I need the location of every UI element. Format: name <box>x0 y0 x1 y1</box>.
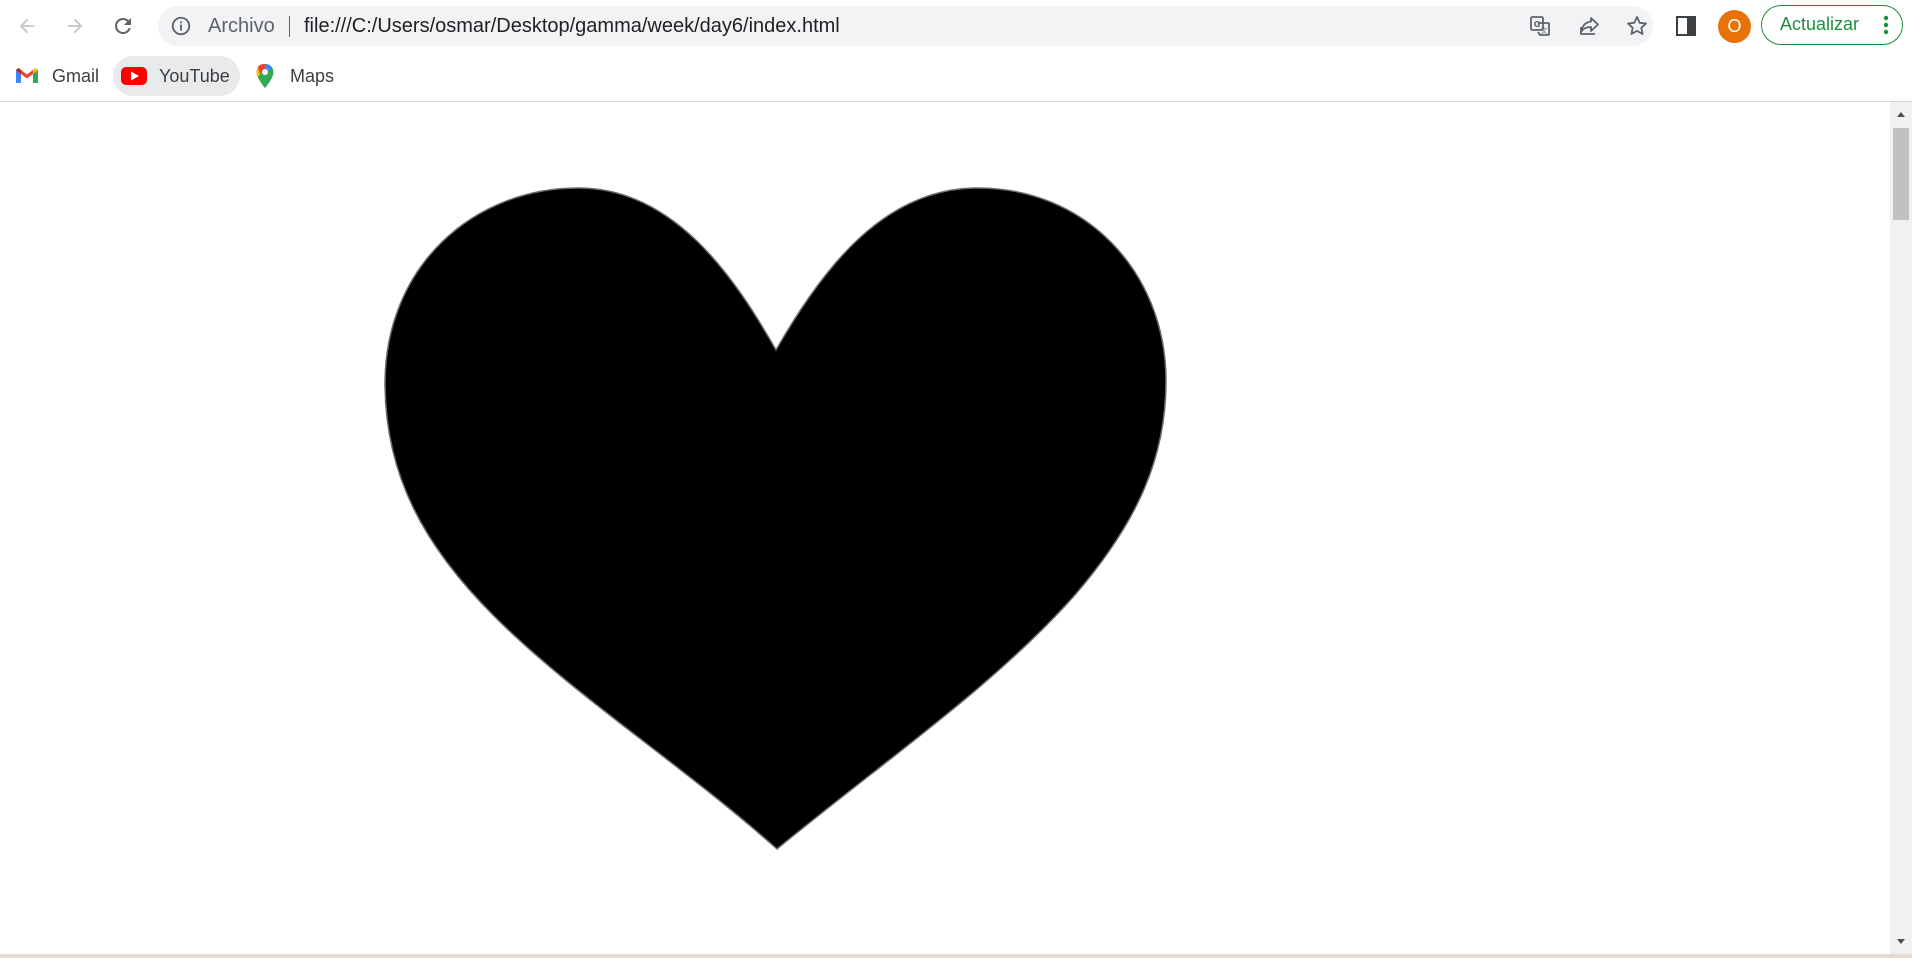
window-bottom-edge <box>0 954 1912 958</box>
back-button[interactable] <box>9 8 45 44</box>
bookmark-youtube[interactable]: YouTube <box>113 56 240 96</box>
bookmark-maps[interactable]: Maps <box>248 56 344 96</box>
scheme-label: Archivo <box>208 15 275 37</box>
forward-button[interactable] <box>57 8 93 44</box>
address-bar[interactable]: Archivo file:///C:/Users/osmar/Desktop/g… <box>158 6 1653 46</box>
heart-shape <box>384 187 1167 850</box>
bookmark-gmail[interactable]: Gmail <box>10 56 109 96</box>
bookmark-label: Gmail <box>52 65 100 86</box>
gmail-icon <box>14 63 40 89</box>
share-icon[interactable] <box>1576 13 1602 39</box>
arrow-left-icon <box>19 18 35 34</box>
side-panel-button[interactable] <box>1672 12 1700 40</box>
url-text[interactable]: file:///C:/Users/osmar/Desktop/gamma/wee… <box>304 6 840 46</box>
update-button[interactable]: Actualizar <box>1761 5 1903 45</box>
arrow-right-icon <box>67 18 83 34</box>
bookmark-label: Maps <box>290 65 335 86</box>
svg-text:G: G <box>1534 20 1541 29</box>
browser-toolbar: Archivo file:///C:/Users/osmar/Desktop/g… <box>0 0 1912 51</box>
update-button-label: Actualizar <box>1780 14 1860 34</box>
side-panel-icon <box>1676 16 1696 36</box>
maps-icon <box>252 63 278 89</box>
vertical-scrollbar[interactable] <box>1890 102 1912 954</box>
bookmark-label: YouTube <box>159 65 230 86</box>
kebab-menu-icon[interactable] <box>1878 14 1894 36</box>
translate-icon[interactable]: G 文 <box>1527 13 1553 39</box>
scheme-separator <box>289 16 290 37</box>
reload-button[interactable] <box>105 8 141 44</box>
scroll-up-arrow-icon[interactable] <box>1890 106 1912 122</box>
page-viewport <box>0 102 1890 954</box>
star-icon[interactable] <box>1624 13 1650 39</box>
profile-avatar[interactable]: O <box>1718 10 1751 43</box>
svg-text:文: 文 <box>1541 26 1548 35</box>
scroll-down-arrow-icon[interactable] <box>1890 934 1912 950</box>
info-icon[interactable] <box>170 15 192 37</box>
scroll-thumb[interactable] <box>1893 128 1909 220</box>
youtube-icon <box>121 63 147 89</box>
bookmarks-bar: Gmail YouTube Maps <box>0 51 1912 102</box>
reload-icon <box>115 18 131 34</box>
